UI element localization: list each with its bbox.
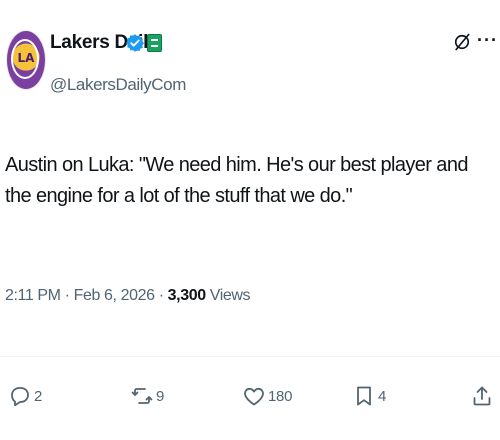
divider: [0, 356, 500, 357]
like-count: 180: [268, 387, 293, 405]
more-options-icon[interactable]: ···: [477, 30, 498, 51]
share-button[interactable]: [470, 384, 494, 408]
reply-button[interactable]: 2: [8, 384, 42, 408]
lakers-logo-icon: LA: [17, 51, 35, 65]
affiliate-badge-icon[interactable]: [147, 34, 162, 52]
bookmark-button[interactable]: 4: [352, 384, 386, 408]
meta-separator: ·: [158, 287, 164, 304]
avatar[interactable]: LA: [6, 30, 46, 90]
views-count: 3,300: [167, 287, 206, 304]
tweet-date[interactable]: Feb 6, 2026: [74, 287, 155, 304]
grok-icon[interactable]: [452, 32, 472, 52]
reply-count: 2: [34, 387, 43, 405]
tweet-time[interactable]: 2:11 PM: [5, 287, 61, 304]
views-label: Views: [209, 287, 251, 304]
share-icon: [473, 386, 491, 406]
bookmark-count: 4: [378, 387, 387, 405]
repost-count: 9: [156, 387, 165, 405]
author-handle[interactable]: @LakersDailyCom: [50, 75, 186, 95]
reply-icon: [11, 387, 29, 407]
repost-button[interactable]: 9: [130, 384, 164, 408]
repost-icon: [131, 388, 153, 404]
like-button[interactable]: 180: [242, 384, 292, 408]
tweet-text: Austin on Luka: "We need him. He's our b…: [5, 154, 468, 207]
meta-separator: ·: [64, 287, 70, 304]
tweet-meta: 2:11 PM · Feb 6, 2026 · 3,300 Views: [5, 287, 251, 305]
verified-badge-icon: [126, 34, 144, 52]
bookmark-icon: [357, 386, 371, 406]
heart-icon: [244, 387, 264, 406]
